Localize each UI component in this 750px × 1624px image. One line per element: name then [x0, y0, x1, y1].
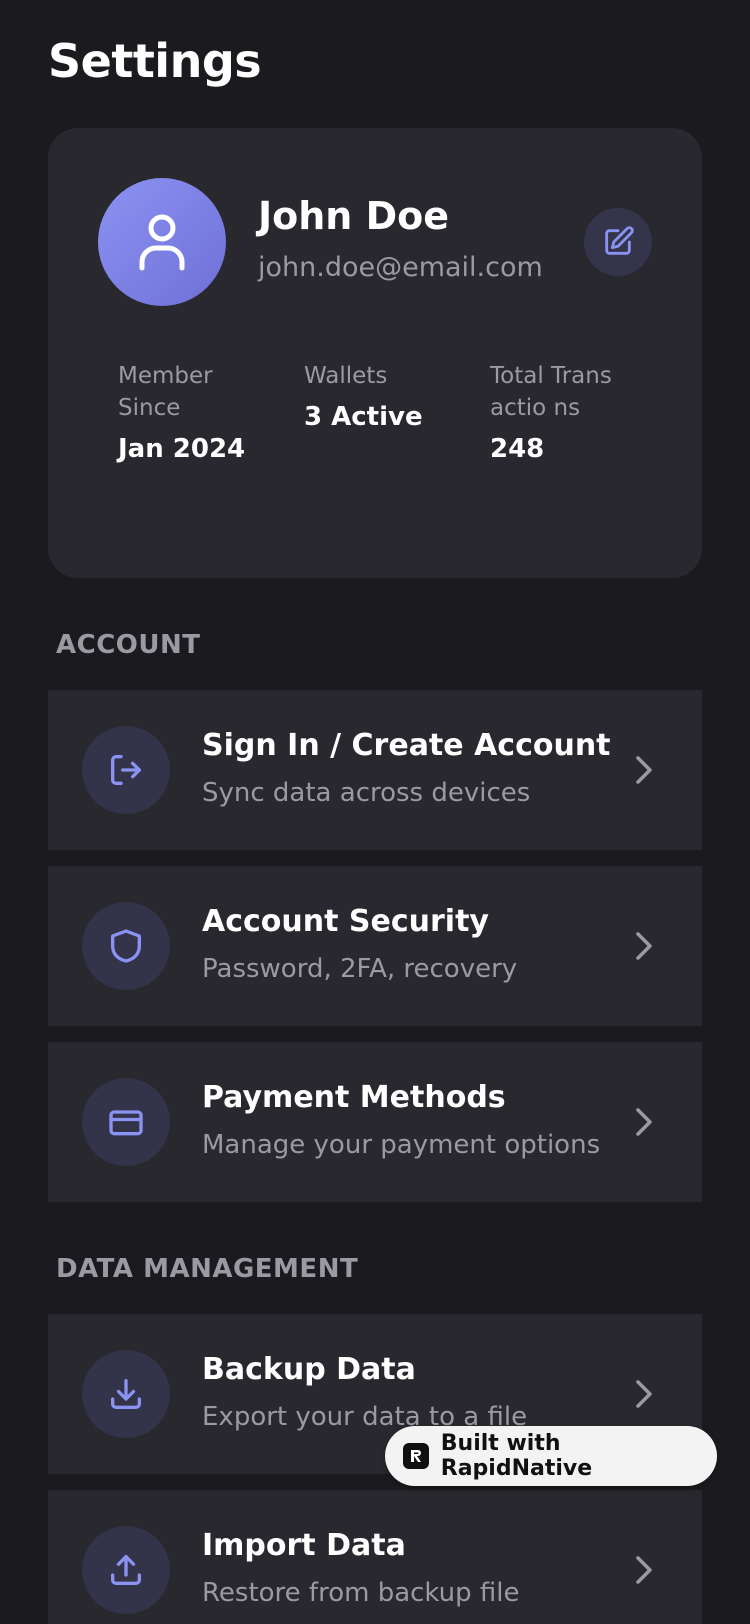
stat-label: Total Transactio ns [490, 363, 612, 421]
stat-label: Wallets [304, 363, 388, 389]
stat-total-transactions: Total Transactio ns 248 [490, 360, 614, 464]
chevron-right-icon [626, 928, 662, 964]
stat-wallets: Wallets 3 Active [304, 360, 454, 432]
menu-item-subtitle: Manage your payment options [202, 1130, 601, 1160]
badge-text: Built with RapidNative [440, 1431, 593, 1481]
menu-item-title: Import Data [202, 1528, 406, 1563]
stat-member-since: Member Since Jan 2024 [118, 360, 258, 464]
menu-item-subtitle: Restore from backup file [202, 1578, 520, 1608]
credit-card-icon [109, 1110, 143, 1136]
menu-item-sign-in[interactable]: Sign In / Create Account Sync data acros… [48, 690, 702, 850]
menu-item-subtitle: Password, 2FA, recovery [202, 954, 518, 984]
chevron-right-icon [626, 752, 662, 788]
menu-item-title: Account Security [202, 904, 489, 939]
menu-icon-circle [82, 902, 170, 990]
edit-profile-button[interactable] [584, 208, 652, 276]
rapidnative-logo-icon [403, 1443, 429, 1469]
stat-label: Member Since [118, 363, 213, 421]
chevron-right-icon [626, 1376, 662, 1412]
profile-card: John Doe john.doe@email.com Member Since… [48, 128, 702, 578]
menu-icon-circle [82, 726, 170, 814]
menu-icon-circle [82, 1078, 170, 1166]
shield-icon [111, 929, 141, 963]
menu-item-title: Payment Methods [202, 1080, 506, 1115]
profile-email: john.doe@email.com [258, 252, 543, 283]
built-with-badge[interactable]: Built with RapidNative [385, 1426, 717, 1486]
menu-item-title: Backup Data [202, 1352, 416, 1387]
profile-name: John Doe [258, 194, 450, 238]
menu-item-subtitle: Sync data across devices [202, 778, 531, 808]
stat-value: Jan 2024 [118, 434, 246, 464]
menu-item-import-data[interactable]: Import Data Restore from backup file [48, 1490, 702, 1624]
avatar[interactable] [98, 178, 226, 306]
menu-item-payment-methods[interactable]: Payment Methods Manage your payment opti… [48, 1042, 702, 1202]
menu-icon-circle [82, 1526, 170, 1614]
menu-icon-circle [82, 1350, 170, 1438]
stat-value: 248 [490, 434, 545, 464]
section-header-account: ACCOUNT [56, 630, 201, 660]
section-header-data-management: DATA MANAGEMENT [56, 1254, 359, 1284]
edit-icon [605, 226, 634, 255]
chevron-right-icon [626, 1104, 662, 1140]
menu-item-account-security[interactable]: Account Security Password, 2FA, recovery [48, 866, 702, 1026]
user-icon [139, 214, 185, 271]
upload-icon [111, 1555, 141, 1585]
settings-page: Settings John Doe john.doe@email.com Mem… [0, 0, 750, 1624]
stat-value: 3 Active [304, 402, 423, 432]
page-title: Settings [48, 34, 262, 88]
menu-item-title: Sign In / Create Account [202, 728, 611, 763]
sign-in-icon [111, 755, 141, 785]
download-icon [111, 1379, 141, 1409]
chevron-right-icon [626, 1552, 662, 1588]
